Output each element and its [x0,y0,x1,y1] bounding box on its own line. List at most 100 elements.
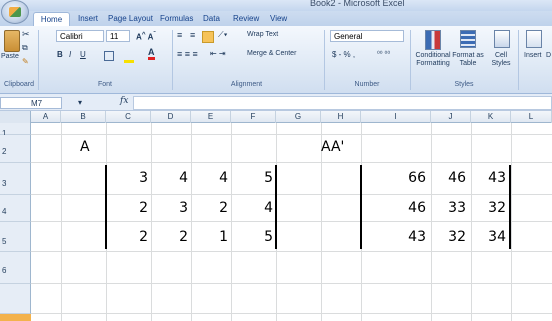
insert-function-icon[interactable]: fx [120,96,128,106]
font-size-select[interactable]: 11 [106,30,130,42]
cell-styles-icon[interactable] [494,30,510,48]
separator [38,30,39,90]
format-as-table-icon[interactable] [460,30,476,48]
column-header-a[interactable]: A [31,111,61,123]
office-button[interactable] [1,0,29,24]
matrix-aa-cell[interactable]: 32 [440,229,466,245]
column-header-j[interactable]: J [431,111,471,123]
matrix-a-cell[interactable]: 5 [248,229,273,245]
cut-icon[interactable]: ✂ [22,29,30,40]
matrix-a-cell[interactable]: 1 [203,229,228,245]
borders-icon[interactable] [104,51,114,61]
insert-cells-button[interactable]: Insert [524,52,542,59]
paste-button[interactable]: Paste [1,53,19,60]
row-header-2[interactable]: 2 [0,135,31,163]
column-header-i[interactable]: I [361,111,431,123]
matrix-a-cell[interactable]: 4 [163,170,188,186]
decimal-icon[interactable]: ⁰⁰ ⁰⁰ [377,50,390,58]
matrix-aa-cell[interactable]: 33 [440,200,466,216]
grow-font-icon[interactable]: A^ Aˇ [136,31,156,42]
matrix-aa-cell[interactable]: 46 [400,200,426,216]
column-header-c[interactable]: C [106,111,151,123]
row-header-7[interactable] [0,284,31,314]
matrix-a-cell[interactable]: 2 [203,200,228,216]
gridline [431,123,432,321]
bold-icon[interactable]: B [57,50,63,59]
matrix-a-cell[interactable]: 4 [203,170,228,186]
italic-icon[interactable]: I [69,50,71,59]
separator [518,30,519,90]
cell-b2-label[interactable]: A [80,139,90,155]
separator [410,30,411,90]
format-as-table-button[interactable]: Format as Table [452,52,484,68]
number-group-label: Number [354,81,380,88]
selected-row-indicator [0,314,31,321]
align-left-icon[interactable]: ≡ ≡ ≡ [177,49,198,59]
matrix-aa-cell[interactable]: 43 [400,229,426,245]
tab-data[interactable]: Data [203,14,220,23]
column-header-e[interactable]: E [191,111,231,123]
align-top-icon[interactable]: ≡ [177,30,182,40]
paste-icon[interactable] [4,30,20,52]
gridline [31,162,552,163]
font-name-select[interactable]: Calibri [56,30,104,42]
matrix-aa-cell[interactable]: 34 [480,229,506,245]
matrix-a-cell[interactable]: 2 [123,229,148,245]
column-header-d[interactable]: D [151,111,191,123]
column-header-k[interactable]: K [471,111,511,123]
matrix-a-cell[interactable]: 2 [163,229,188,245]
column-header-f[interactable]: F [231,111,276,123]
row-header-1[interactable]: 1 [0,123,31,138]
delete-cells-button[interactable]: D [546,52,551,59]
matrix-aa-cell[interactable]: 66 [400,170,426,186]
wrap-text-button[interactable]: Wrap Text [247,31,278,38]
indent-icon[interactable]: ⇤ ⇥ [210,49,226,58]
gridline [31,221,552,222]
matrix-a-cell[interactable]: 4 [248,200,273,216]
format-painter-icon[interactable]: ✎ [22,57,29,66]
tab-home[interactable]: Home [33,12,70,27]
align-middle-icon[interactable]: ≡ [190,30,195,40]
tab-page-layout[interactable]: Page Layout [108,14,153,23]
row-header-4[interactable]: 4 [0,195,31,222]
row-header-6[interactable]: 6 [0,252,31,284]
align-bottom-icon[interactable] [202,31,214,43]
column-header-h[interactable]: H [321,111,361,123]
insert-cells-icon[interactable] [526,30,542,48]
name-box-dropdown-icon[interactable]: ▾ [78,98,82,107]
row-header-5[interactable]: 5 [0,222,31,252]
orientation-icon[interactable]: ⟋▾ [218,30,228,40]
matrix-aa-cell[interactable]: 46 [440,170,466,186]
accounting-format-icon[interactable]: $ - % , [332,50,355,59]
matrix-a-cell[interactable]: 2 [123,200,148,216]
matrix-aa-cell[interactable]: 32 [480,200,506,216]
matrix-a-cell[interactable]: 3 [163,200,188,216]
formula-input[interactable] [133,96,552,110]
fill-color-icon[interactable] [124,52,134,63]
cell-styles-button[interactable]: Cell Styles [488,52,514,68]
matrix-aa-cell[interactable]: 43 [480,170,506,186]
row-header-3[interactable]: 3 [0,163,31,195]
conditional-formatting-button[interactable]: Conditional Formatting [414,52,452,68]
cell-h2-label[interactable]: AA' [321,139,344,155]
number-format-select[interactable]: General [330,30,404,42]
separator [324,30,325,90]
column-header-g[interactable]: G [276,111,321,123]
gridline [31,283,552,284]
copy-icon[interactable]: ⧉ [22,43,28,53]
tab-formulas[interactable]: Formulas [160,14,193,23]
underline-icon[interactable]: U [80,50,86,59]
matrix-a-cell[interactable]: 5 [248,170,273,186]
column-header-l[interactable]: L [511,111,552,123]
tab-review[interactable]: Review [233,14,259,23]
name-box[interactable]: M7 [0,97,62,109]
gridline [151,123,152,321]
column-header-b[interactable]: B [61,111,106,123]
font-color-icon[interactable]: A [148,48,155,60]
merge-center-button[interactable]: Merge & Center [247,50,296,57]
select-all-button[interactable] [0,111,31,123]
matrix-a-cell[interactable]: 3 [123,170,148,186]
tab-insert[interactable]: Insert [78,14,98,23]
conditional-formatting-icon[interactable] [425,30,441,50]
tab-view[interactable]: View [270,14,287,23]
